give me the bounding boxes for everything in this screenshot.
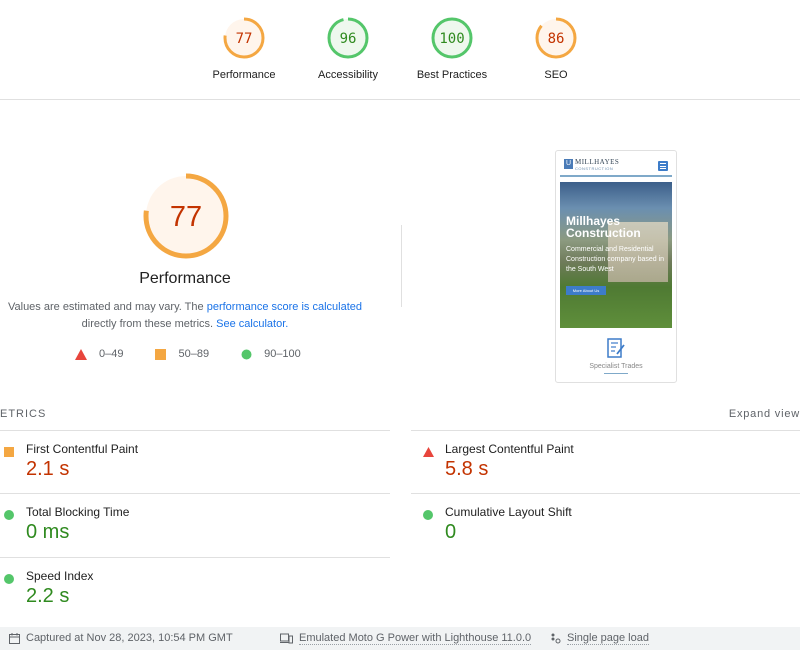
square-icon bbox=[155, 348, 167, 360]
site-hero-image: Millhayes Construction Commercial and Res… bbox=[560, 182, 672, 328]
legend-range: 90–100 bbox=[264, 348, 301, 360]
legend-range: 0–49 bbox=[99, 348, 124, 360]
circle-icon bbox=[241, 349, 252, 359]
gauge-score: 77 bbox=[236, 31, 253, 47]
gauge-score: 86 bbox=[548, 31, 565, 47]
gauge-score: 96 bbox=[340, 31, 357, 47]
gauge-seo[interactable]: 86 SEO bbox=[501, 16, 611, 81]
performance-title: Performance bbox=[139, 270, 231, 287]
hamburger-menu-icon bbox=[658, 161, 668, 171]
metric-value: 2.2 s bbox=[26, 585, 70, 607]
trade-underline bbox=[604, 373, 628, 374]
metric-name: First Contentful Paint bbox=[26, 442, 139, 456]
divider bbox=[0, 493, 390, 494]
expand-view-toggle[interactable]: Expand view bbox=[729, 408, 800, 420]
emulation-info[interactable]: Emulated Moto G Power with Lighthouse 11… bbox=[280, 632, 532, 645]
checklist-icon bbox=[607, 338, 625, 358]
performance-score: 77 bbox=[170, 201, 202, 233]
trade-label: Specialist Trades bbox=[589, 363, 643, 370]
gauge-label: Best Practices bbox=[416, 69, 488, 81]
gauge-ring: 100 bbox=[431, 17, 473, 59]
score-legend: 0–49 50–89 90–100 bbox=[75, 348, 333, 360]
divider bbox=[0, 557, 390, 558]
circle-icon bbox=[4, 510, 14, 520]
divider bbox=[411, 493, 800, 494]
captured-info: Captured at Nov 28, 2023, 10:54 PM GMT bbox=[9, 632, 233, 644]
site-logo-text: MILLHAYES bbox=[575, 158, 620, 166]
runtime-settings-footer: Captured at Nov 28, 2023, 10:54 PM GMT E… bbox=[0, 627, 800, 650]
single-load-icon bbox=[551, 633, 561, 644]
load-info[interactable]: Single page load bbox=[550, 632, 649, 645]
circle-icon bbox=[4, 574, 14, 584]
gauge-best-practices[interactable]: 100 Best Practices bbox=[397, 16, 507, 81]
performance-gauge: 77 bbox=[140, 170, 232, 262]
category-gauges: 77 Performance 96 Accessibility 100 Best… bbox=[0, 0, 800, 100]
gauge-label: Accessibility bbox=[318, 69, 378, 81]
divider bbox=[0, 430, 390, 431]
metric-name: Total Blocking Time bbox=[26, 505, 130, 519]
captured-text: Captured at Nov 28, 2023, 10:54 PM GMT bbox=[26, 632, 233, 644]
hero-button: More About Us bbox=[566, 286, 606, 295]
circle-icon bbox=[423, 510, 433, 520]
devices-icon bbox=[280, 633, 293, 644]
gauge-label: Performance bbox=[212, 69, 276, 81]
metric-name: Largest Contentful Paint bbox=[445, 442, 574, 456]
metric-value: 0 bbox=[445, 521, 457, 543]
description-text: directly from these metrics. bbox=[81, 318, 217, 330]
gauge-ring: 86 bbox=[535, 17, 577, 59]
calendar-icon bbox=[9, 632, 20, 644]
score-calculated-link[interactable]: performance score is calculated bbox=[207, 301, 362, 313]
site-logo-icon: U bbox=[564, 159, 573, 169]
description-text: Values are estimated and may vary. The bbox=[7, 301, 207, 313]
vertical-divider bbox=[401, 225, 402, 307]
gauge-score: 100 bbox=[439, 31, 464, 47]
gauge-accessibility[interactable]: 96 Accessibility bbox=[293, 16, 403, 81]
final-screenshot[interactable]: U MILLHAYES CONSTRUCTION Millhayes Constr… bbox=[555, 150, 677, 383]
gauge-ring: 77 bbox=[223, 17, 265, 59]
hero-subtitle: Commercial and Residential Construction … bbox=[566, 246, 665, 273]
see-calculator-link[interactable]: See calculator. bbox=[216, 318, 288, 330]
triangle-icon bbox=[75, 348, 87, 360]
metrics-heading: ETRICS bbox=[0, 408, 47, 420]
divider bbox=[411, 430, 800, 431]
metric-name: Speed Index bbox=[26, 569, 94, 583]
legend-range: 50–89 bbox=[178, 348, 210, 360]
metric-value: 0 ms bbox=[26, 521, 70, 543]
square-icon bbox=[4, 447, 14, 457]
triangle-icon bbox=[423, 447, 434, 457]
hero-title: Millhayes Construction bbox=[566, 214, 641, 240]
gauge-performance[interactable]: 77 Performance bbox=[189, 16, 299, 81]
metric-value: 5.8 s bbox=[445, 458, 489, 480]
metric-name: Cumulative Layout Shift bbox=[445, 505, 572, 519]
gauge-ring: 96 bbox=[327, 17, 369, 59]
metric-value: 2.1 s bbox=[26, 458, 70, 480]
site-header: U MILLHAYES CONSTRUCTION bbox=[560, 155, 672, 177]
legend-average: 50–89 bbox=[155, 348, 209, 360]
site-logo-subtext: CONSTRUCTION bbox=[575, 166, 614, 171]
performance-description: Values are estimated and may vary. The p… bbox=[0, 299, 370, 333]
legend-pass: 90–100 bbox=[241, 348, 301, 360]
legend-fail: 0–49 bbox=[75, 348, 123, 360]
gauge-label: SEO bbox=[544, 69, 568, 81]
emulation-text: Emulated Moto G Power with Lighthouse 11… bbox=[299, 632, 532, 645]
load-text: Single page load bbox=[567, 632, 649, 645]
